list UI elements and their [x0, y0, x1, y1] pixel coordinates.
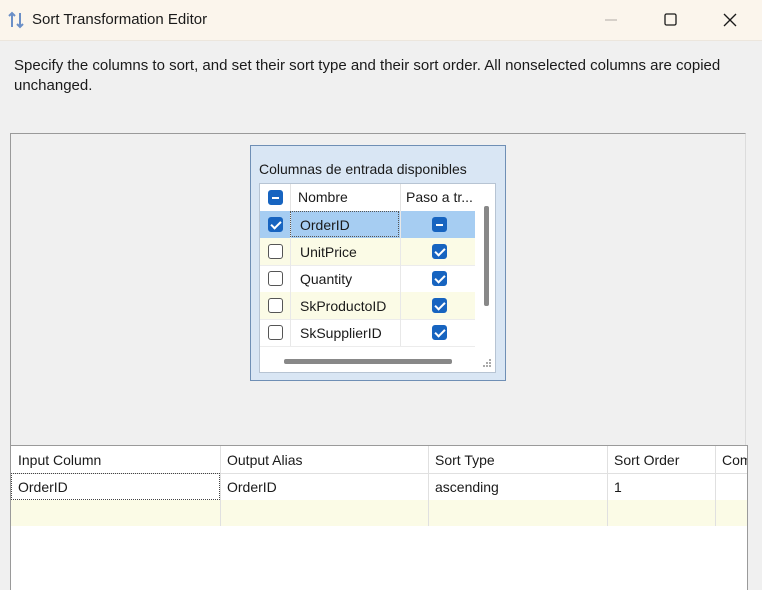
header-label: Input Column	[18, 452, 102, 468]
cell-text: OrderID	[227, 479, 277, 495]
maximize-button[interactable]	[646, 0, 696, 40]
select-all-checkbox[interactable]	[268, 190, 283, 205]
row-check-cell	[260, 265, 291, 292]
column-checkbox[interactable]	[268, 298, 283, 313]
sort-icon	[8, 11, 24, 29]
cell-sort-order[interactable]: 1	[607, 473, 715, 500]
header-comparison-flags[interactable]: Com	[715, 446, 747, 473]
column-row-skproductoid[interactable]: SkProductoID	[260, 292, 475, 320]
focus-rect	[11, 473, 220, 500]
cell-sort-type[interactable]: ascending	[428, 473, 607, 500]
column-name: Quantity	[300, 271, 353, 287]
cell-text: ascending	[435, 479, 499, 495]
minimize-icon	[605, 19, 617, 21]
column-checkbox[interactable]	[268, 325, 283, 340]
vertical-scroll-thumb[interactable]	[484, 206, 489, 306]
column-divider	[607, 446, 608, 526]
pass-through-checkbox[interactable]	[432, 325, 447, 340]
header-input-column[interactable]: Input Column	[11, 446, 220, 473]
column-name: OrderID	[300, 217, 350, 233]
pass-through-checkbox[interactable]	[432, 271, 447, 286]
pass-through-checkbox[interactable]	[432, 217, 447, 232]
header-label: Com	[722, 452, 747, 468]
column-header-pass-through[interactable]: Paso a tr...	[406, 189, 473, 205]
column-divider	[220, 446, 221, 526]
row-divider	[400, 292, 401, 319]
pass-through-checkbox[interactable]	[432, 298, 447, 313]
cell-output-alias[interactable]: OrderID	[220, 473, 428, 500]
description-text: Specify the columns to sort, and set the…	[14, 57, 721, 94]
maximize-icon	[664, 13, 677, 26]
column-divider	[715, 446, 716, 526]
column-checkbox[interactable]	[268, 244, 283, 259]
close-icon	[723, 13, 737, 27]
header-label: Output Alias	[227, 452, 303, 468]
header-sort-type[interactable]: Sort Type	[428, 446, 607, 473]
window-title: Sort Transformation Editor	[32, 11, 208, 28]
column-row-sksupplierid[interactable]: SkSupplierID	[260, 319, 475, 347]
row-divider	[400, 238, 401, 265]
row-divider	[400, 319, 401, 346]
column-checkbox[interactable]	[268, 271, 283, 286]
column-divider	[428, 446, 429, 526]
title-bar: Sort Transformation Editor	[0, 0, 762, 41]
available-columns-title: Columnas de entrada disponibles	[259, 161, 467, 177]
select-all-cell	[260, 184, 291, 211]
row-divider	[400, 211, 401, 238]
row-divider	[400, 265, 401, 292]
available-columns-box[interactable]: Columnas de entrada disponibles Nombre P…	[250, 145, 506, 381]
sort-columns-grid[interactable]: Input Column Output Alias Sort Type Sort…	[10, 445, 748, 590]
header-sort-order[interactable]: Sort Order	[607, 446, 715, 473]
minimize-button[interactable]	[586, 0, 636, 40]
column-row-quantity[interactable]: Quantity	[260, 265, 475, 293]
column-checkbox[interactable]	[268, 217, 283, 232]
column-header-name[interactable]: Nombre	[298, 189, 348, 205]
header-label: Sort Type	[435, 452, 495, 468]
grid-header: Nombre Paso a tr...	[260, 184, 475, 212]
new-row[interactable]	[11, 500, 747, 526]
column-row-orderid[interactable]: OrderID	[260, 211, 475, 239]
column-row-unitprice[interactable]: UnitPrice	[260, 238, 475, 266]
header-output-alias[interactable]: Output Alias	[220, 446, 428, 473]
horizontal-scroll-thumb[interactable]	[284, 359, 452, 364]
row-check-cell	[260, 238, 291, 265]
column-name: SkSupplierID	[300, 325, 382, 341]
resize-grip-icon[interactable]	[482, 358, 492, 368]
pass-through-checkbox[interactable]	[432, 244, 447, 259]
grid-header-row: Input Column Output Alias Sort Type Sort…	[11, 446, 747, 474]
column-name: SkProductoID	[300, 298, 387, 314]
header-label: Sort Order	[614, 452, 680, 468]
row-check-cell	[260, 319, 291, 346]
cell-comparison-flags[interactable]	[715, 473, 747, 500]
available-columns-grid[interactable]: Nombre Paso a tr... OrderID UnitPrice Qu…	[259, 183, 496, 373]
column-name: UnitPrice	[300, 244, 357, 260]
row-check-cell	[260, 211, 291, 238]
header-divider	[400, 184, 401, 211]
close-button[interactable]	[705, 0, 755, 40]
row-check-cell	[260, 292, 291, 319]
cell-text: 1	[614, 479, 622, 495]
